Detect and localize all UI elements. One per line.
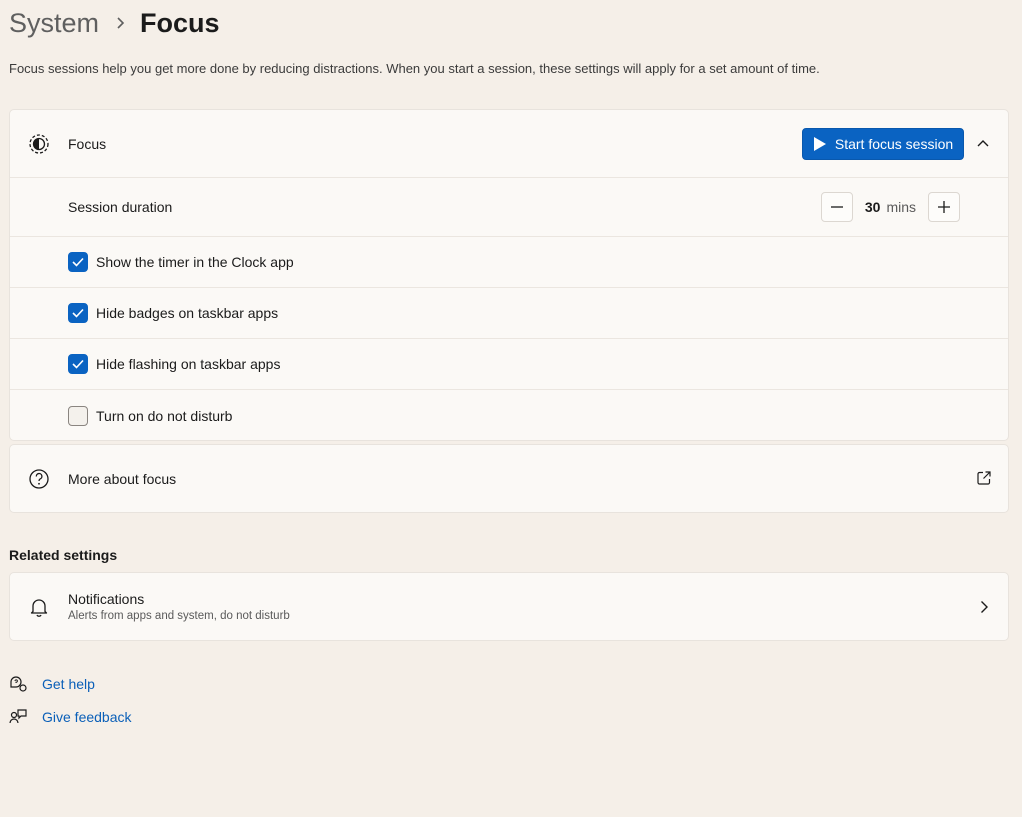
option-row-clock-timer[interactable]: Show the timer in the Clock app bbox=[10, 237, 1008, 288]
do-not-disturb-label: Turn on do not disturb bbox=[96, 407, 233, 424]
help-links: Get help Give feedback bbox=[9, 674, 132, 740]
start-focus-session-button[interactable]: Start focus session bbox=[802, 128, 964, 160]
notifications-row[interactable]: Notifications Alerts from apps and syste… bbox=[10, 573, 1008, 640]
more-about-focus-row[interactable]: More about focus bbox=[10, 445, 1008, 512]
focus-icon bbox=[28, 133, 50, 155]
hide-badges-checkbox[interactable] bbox=[68, 303, 88, 323]
start-focus-session-label: Start focus session bbox=[834, 136, 954, 152]
hide-flashing-checkbox[interactable] bbox=[68, 354, 88, 374]
clock-timer-checkbox[interactable] bbox=[68, 252, 88, 272]
notifications-title: Notifications bbox=[68, 591, 145, 607]
breadcrumb-system[interactable]: System bbox=[9, 8, 99, 39]
clock-timer-label: Show the timer in the Clock app bbox=[96, 254, 294, 270]
option-row-hide-flashing[interactable]: Hide flashing on taskbar apps bbox=[10, 339, 1008, 390]
give-feedback-link[interactable]: Give feedback bbox=[9, 707, 132, 727]
focus-settings-page: System Focus Focus sessions help you get… bbox=[0, 0, 1022, 817]
do-not-disturb-checkbox[interactable] bbox=[68, 405, 88, 426]
get-help-link[interactable]: Get help bbox=[9, 674, 132, 694]
focus-card: Focus Start focus session Session durati… bbox=[9, 109, 1009, 441]
session-duration-row: Session duration 30 mins bbox=[10, 178, 1008, 237]
hide-badges-label: Hide badges on taskbar apps bbox=[96, 305, 279, 321]
duration-stepper: 30 mins bbox=[820, 192, 960, 222]
breadcrumb: System Focus bbox=[9, 5, 220, 41]
play-icon bbox=[813, 137, 826, 151]
bell-icon bbox=[28, 596, 50, 618]
notifications-card[interactable]: Notifications Alerts from apps and syste… bbox=[9, 572, 1009, 641]
give-feedback-label[interactable]: Give feedback bbox=[42, 709, 132, 725]
decrease-duration-button[interactable] bbox=[820, 192, 853, 222]
feedback-icon bbox=[9, 708, 27, 726]
option-row-do-not-disturb[interactable]: Turn on do not disturb bbox=[10, 390, 1008, 441]
related-settings-heading: Related settings bbox=[9, 547, 118, 563]
chevron-right-icon bbox=[976, 599, 992, 615]
hide-flashing-label: Hide flashing on taskbar apps bbox=[96, 356, 281, 372]
more-about-focus-card[interactable]: More about focus bbox=[9, 444, 1009, 513]
notifications-subtitle: Alerts from apps and system, do not dist… bbox=[68, 610, 290, 622]
checkmark-icon bbox=[72, 359, 84, 369]
duration-value: 30 bbox=[864, 199, 881, 215]
chevron-right-icon bbox=[115, 16, 125, 30]
chat-help-icon bbox=[9, 675, 27, 693]
checkmark-icon bbox=[72, 257, 84, 267]
notifications-text: Notifications Alerts from apps and syste… bbox=[68, 591, 290, 622]
chevron-up-icon[interactable] bbox=[974, 134, 992, 152]
minus-icon bbox=[830, 206, 843, 208]
checkmark-icon bbox=[72, 308, 84, 318]
external-link-icon bbox=[976, 470, 992, 486]
page-title: Focus bbox=[140, 7, 220, 38]
get-help-label[interactable]: Get help bbox=[42, 676, 95, 692]
page-description: Focus sessions help you get more done by… bbox=[9, 61, 820, 76]
session-duration-label: Session duration bbox=[68, 199, 173, 215]
increase-duration-button[interactable] bbox=[928, 192, 960, 222]
plus-icon bbox=[938, 201, 950, 213]
option-row-hide-badges[interactable]: Hide badges on taskbar apps bbox=[10, 288, 1008, 339]
focus-header-row[interactable]: Focus Start focus session bbox=[10, 110, 1008, 178]
focus-title: Focus bbox=[68, 135, 107, 152]
duration-unit: mins bbox=[886, 199, 916, 215]
more-about-focus-label: More about focus bbox=[68, 470, 177, 487]
help-circle-icon bbox=[28, 468, 50, 490]
